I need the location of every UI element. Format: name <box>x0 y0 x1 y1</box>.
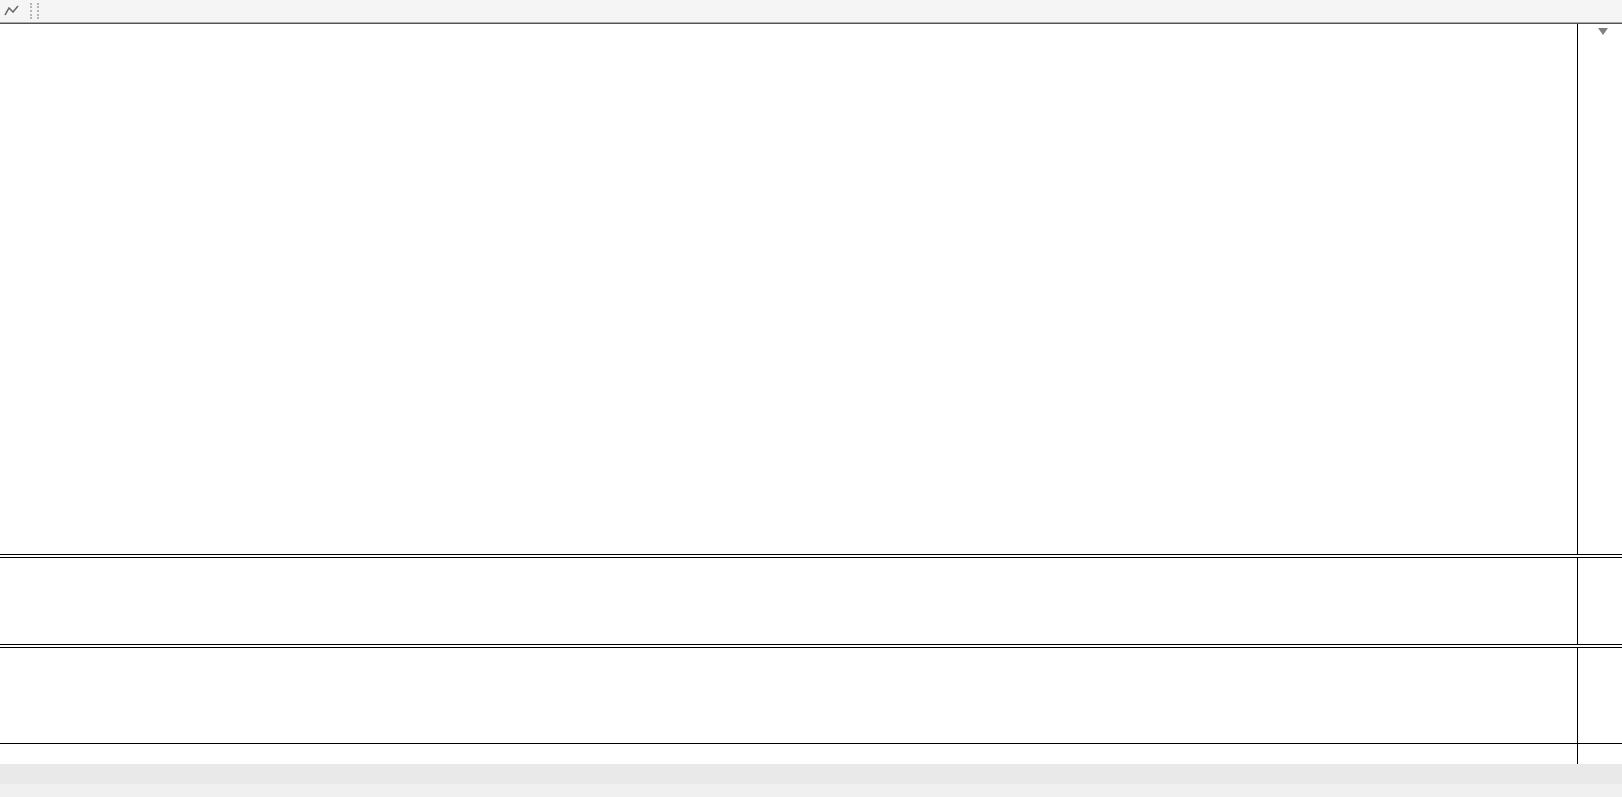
pane-border <box>0 743 1622 744</box>
time-axis[interactable] <box>0 744 1622 764</box>
chart-window <box>0 23 1622 763</box>
toolbar <box>0 0 1622 23</box>
price-axis[interactable] <box>1577 24 1622 764</box>
pane-splitter[interactable] <box>0 554 1622 558</box>
line-chart-icon <box>4 4 20 18</box>
pane-splitter[interactable] <box>0 644 1622 648</box>
toolbar-grip[interactable] <box>30 3 39 19</box>
chart-tools-dropdown[interactable] <box>0 0 26 22</box>
rsi-pane-canvas[interactable] <box>0 558 1577 644</box>
price-pane-canvas[interactable] <box>0 24 1577 554</box>
chart-shift-marker-icon[interactable] <box>1598 28 1608 35</box>
chart-title <box>5 27 20 39</box>
chart-tab-bar <box>0 763 1622 785</box>
macd-pane-canvas[interactable] <box>0 648 1577 743</box>
window-filler <box>0 784 1622 797</box>
